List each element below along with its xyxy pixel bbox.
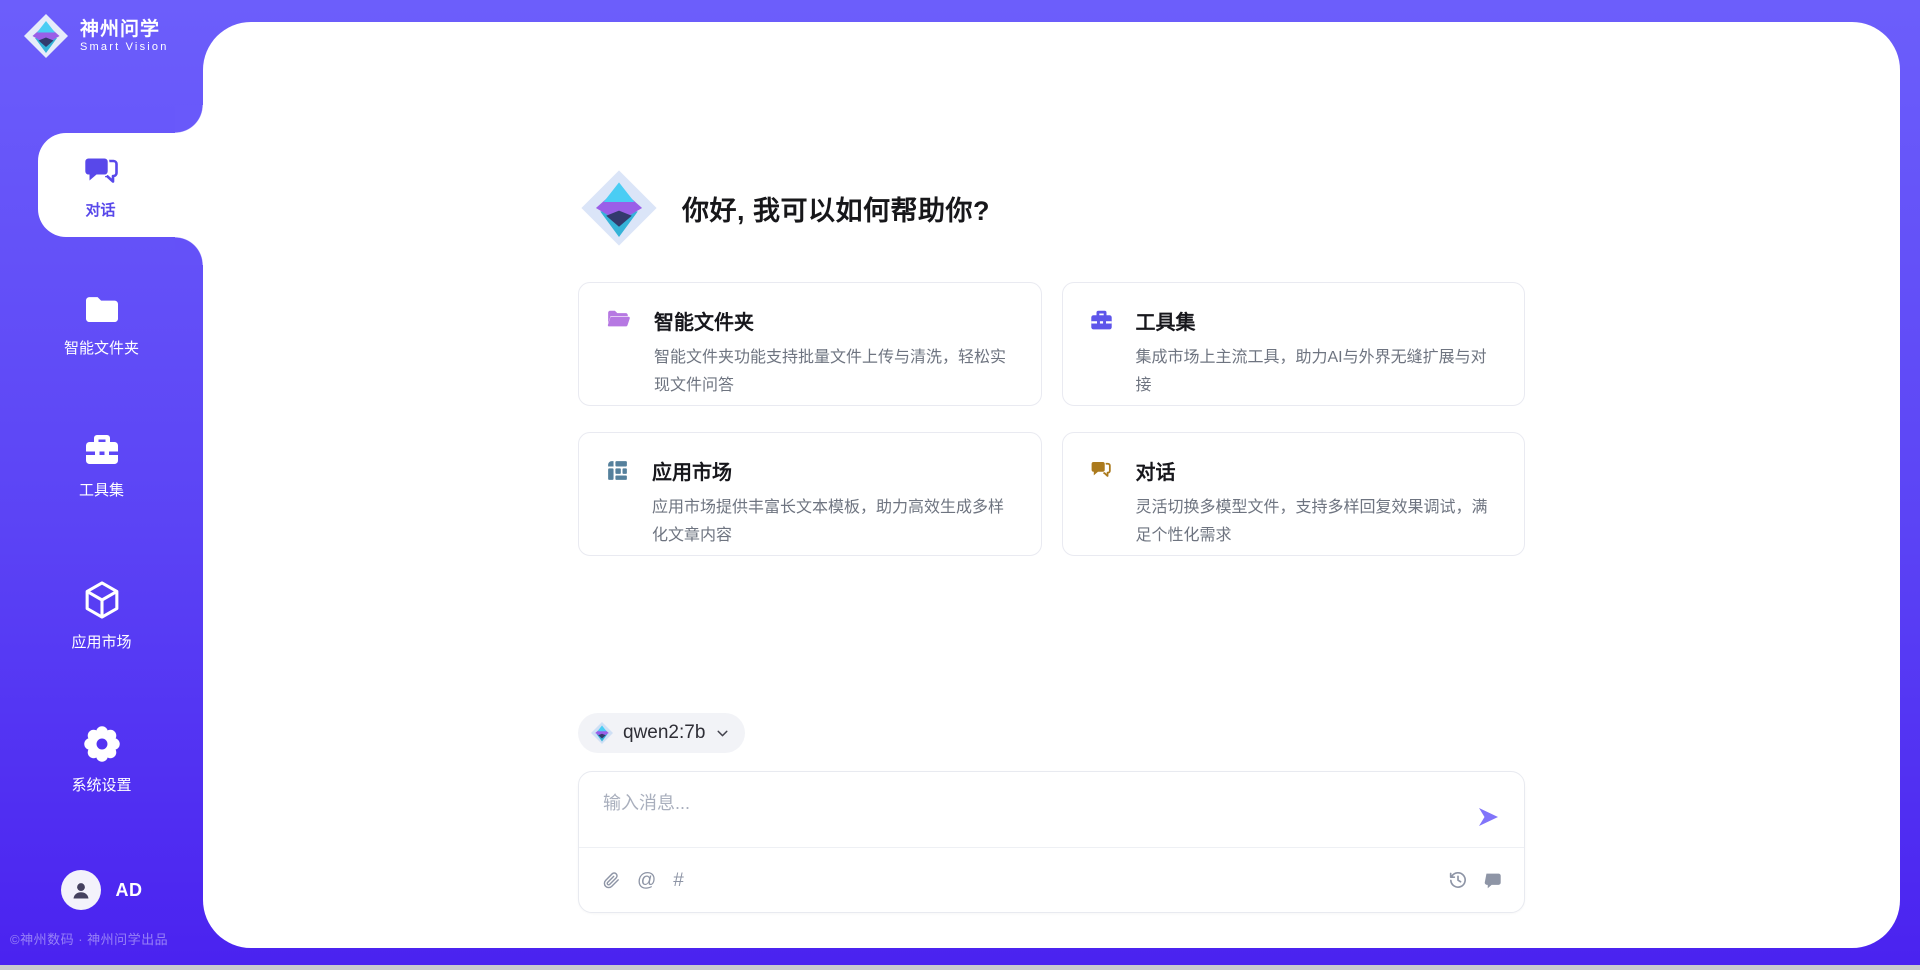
send-icon[interactable] xyxy=(1476,805,1500,829)
sidebar-item-label: 工具集 xyxy=(79,479,124,500)
tab-curve-bottom xyxy=(175,237,203,265)
cube-icon xyxy=(80,578,124,622)
sidebar-item-settings[interactable]: 系统设置 xyxy=(0,723,203,795)
chat-icon xyxy=(1089,458,1114,483)
chevron-down-icon xyxy=(714,725,731,742)
card-description: 智能文件夹功能支持批量文件上传与清洗，轻松实现文件问答 xyxy=(654,344,1015,400)
sidebar-item-label: 系统设置 xyxy=(71,774,131,795)
user-menu[interactable]: AD xyxy=(0,870,203,910)
card-app-market[interactable]: 应用市场 应用市场提供丰富长文本模板，助力高效生成多样化文章内容 xyxy=(578,432,1042,556)
sidebar-item-label: 智能文件夹 xyxy=(64,337,139,358)
gear-icon xyxy=(81,723,123,765)
person-icon xyxy=(68,877,94,903)
user-initials: AD xyxy=(116,880,143,901)
attachment-button[interactable] xyxy=(603,871,620,890)
card-smart-folder[interactable]: 智能文件夹 智能文件夹功能支持批量文件上传与清洗，轻松实现文件问答 xyxy=(578,282,1042,406)
card-title: 工具集 xyxy=(1136,306,1499,335)
hashtag-button[interactable]: # xyxy=(673,871,684,890)
brand-gem-icon xyxy=(22,12,70,60)
sidebar-item-label: 对话 xyxy=(85,199,115,220)
mention-button[interactable]: @ xyxy=(637,871,656,890)
model-selector[interactable]: qwen2:7b xyxy=(578,713,745,753)
content-column: 你好, 我可以如何帮助你? 智能文件夹 智能文件夹功能支持批量文件上传与清洗，轻… xyxy=(578,22,1525,913)
greeting: 你好, 我可以如何帮助你? xyxy=(578,167,1525,249)
message-input-card: @ # xyxy=(578,771,1525,913)
card-description: 灵活切换多模型文件，支持多样回复效果调试，满足个性化需求 xyxy=(1136,494,1499,550)
greeting-title: 你好, 我可以如何帮助你? xyxy=(682,189,990,228)
sidebar-item-chat[interactable]: 对话 xyxy=(38,133,203,237)
sidebar-item-toolset[interactable]: 工具集 xyxy=(0,430,203,500)
paperclip-icon xyxy=(603,871,620,890)
brand-name: 神州问学 xyxy=(80,19,169,41)
tab-curve-top xyxy=(175,105,203,133)
window-bottom-edge xyxy=(0,965,1920,970)
card-toolset[interactable]: 工具集 集成市场上主流工具，助力AI与外界无缝扩展与对接 xyxy=(1062,282,1526,406)
briefcase-icon xyxy=(1089,308,1114,333)
folder-icon xyxy=(81,292,123,328)
card-description: 应用市场提供丰富长文本模板，助力高效生成多样化文章内容 xyxy=(652,494,1015,550)
sidebar: 神州问学 Smart Vision 对话 智能文件夹 xyxy=(0,0,203,970)
brand-subtitle: Smart Vision xyxy=(80,41,169,53)
feedback-button[interactable] xyxy=(1483,871,1502,890)
avatar xyxy=(61,870,101,910)
copyright: ©神州数码 · 神州问学出品 xyxy=(10,929,203,948)
feature-cards: 智能文件夹 智能文件夹功能支持批量文件上传与清洗，轻松实现文件问答 xyxy=(578,282,1525,556)
composer: qwen2:7b xyxy=(578,713,1525,913)
card-title: 智能文件夹 xyxy=(654,306,1015,335)
card-title: 对话 xyxy=(1136,456,1499,485)
app-grid-icon xyxy=(605,458,630,483)
history-icon xyxy=(1448,870,1468,890)
model-gem-icon xyxy=(590,721,614,745)
message-input[interactable] xyxy=(603,789,1443,839)
sidebar-item-app-market[interactable]: 应用市场 xyxy=(0,578,203,652)
card-chat[interactable]: 对话 灵活切换多模型文件，支持多样回复效果调试，满足个性化需求 xyxy=(1062,432,1526,556)
briefcase-icon xyxy=(82,430,122,470)
assistant-gem-icon xyxy=(578,167,660,249)
card-title: 应用市场 xyxy=(652,456,1015,485)
history-button[interactable] xyxy=(1448,870,1468,890)
speech-bubble-icon xyxy=(1483,871,1502,890)
folder-open-icon xyxy=(605,308,632,332)
chat-bubbles-icon xyxy=(81,151,121,191)
sidebar-item-smart-folder[interactable]: 智能文件夹 xyxy=(0,292,203,358)
card-description: 集成市场上主流工具，助力AI与外界无缝扩展与对接 xyxy=(1136,344,1499,400)
composer-toolbar: @ # xyxy=(603,848,1502,912)
brand: 神州问学 Smart Vision xyxy=(22,12,169,60)
main-panel: 你好, 我可以如何帮助你? 智能文件夹 智能文件夹功能支持批量文件上传与清洗，轻… xyxy=(203,22,1900,948)
model-name: qwen2:7b xyxy=(623,722,705,744)
sidebar-item-label: 应用市场 xyxy=(71,631,131,652)
